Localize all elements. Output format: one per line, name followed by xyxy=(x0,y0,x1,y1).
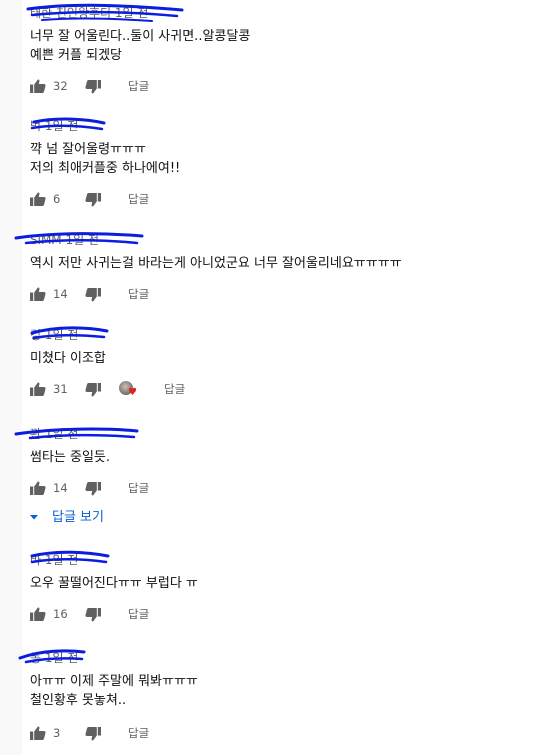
comment-text: 오우 꿀떨어진다ㅠㅠ 부럽다 ㅠ xyxy=(30,574,510,593)
like-count: 16 xyxy=(53,607,68,621)
redaction-scribble xyxy=(30,117,106,131)
thumbs-up-icon[interactable] xyxy=(30,192,46,206)
reply-button[interactable]: 답글 xyxy=(128,78,149,94)
comment-text: 썸타는 중일듯. xyxy=(30,448,510,467)
comment-text: 아ㅠㅠ 이제 주말에 뭐봐ㅠㅠㅠ 철인황후 못놓쳐.. xyxy=(30,672,510,710)
reply-button[interactable]: 답글 xyxy=(128,286,149,302)
comment-actions: 14 답글 xyxy=(30,480,510,496)
comment-author-line: SiMM 1일 전 xyxy=(14,232,510,248)
comment-author-line: 동 1일 전 xyxy=(18,649,510,666)
comment-item: 태한 친인왕후티 1일 전 너무 잘 어울린다..둘이 사귀면..알콩달콩 예쁜… xyxy=(26,3,510,94)
comment-item: SiMM 1일 전 역시 저만 사귀는걸 바라는게 아니었군요 너무 잘어울리네… xyxy=(14,232,510,302)
like-count: 31 xyxy=(53,382,68,396)
comment-author-line: 바 1일 전 xyxy=(30,550,510,568)
reply-button[interactable]: 답글 xyxy=(128,725,149,741)
reply-button[interactable]: 답글 xyxy=(128,191,149,207)
comment-item: 바 1일 전 오우 꿀떨어진다ㅠㅠ 부럽다 ㅠ 16 답글 xyxy=(30,550,510,622)
like-count: 6 xyxy=(53,192,61,206)
heart-icon: ♥ xyxy=(128,387,137,398)
thumbs-down-icon[interactable] xyxy=(85,383,101,397)
comment-author-line: 깅 1일 전 xyxy=(30,326,510,343)
caret-down-icon xyxy=(30,515,38,520)
thumbs-up-icon[interactable] xyxy=(30,607,46,621)
comment-text-line: 썸타는 중일듯. xyxy=(30,450,111,465)
comment-author-line: 꽌 1일 전 xyxy=(14,426,510,442)
comment-item: 꽌 1일 전 썸타는 중일듯. 14 답글 xyxy=(14,426,510,496)
comment-item: 깅 1일 전 미쳤다 이조합 31 ♥ 답글 xyxy=(30,326,510,399)
like-count: 3 xyxy=(53,726,61,740)
comment-author-line: 태한 친인왕후티 1일 전 xyxy=(26,3,510,22)
comment-actions: 14 답글 xyxy=(30,286,510,302)
comment-text-line: 미쳤다 이조합 xyxy=(30,351,106,366)
thumbs-down-icon[interactable] xyxy=(85,482,101,496)
comment-text: 역시 저만 사귀는걸 바라는게 아니었군요 너무 잘어울리네요ㅠㅠㅠㅠ xyxy=(30,254,510,273)
redaction-scribble xyxy=(26,3,184,22)
thumbs-down-icon[interactable] xyxy=(85,193,101,207)
like-count: 14 xyxy=(53,481,68,495)
reply-button[interactable]: 답글 xyxy=(128,480,149,496)
comment-text: 미쳤다 이조합 xyxy=(30,349,510,368)
thumbs-up-icon[interactable] xyxy=(30,79,46,93)
creator-heart-badge: ♥ xyxy=(119,381,139,399)
comment-text-line: 역시 저만 사귀는걸 바라는게 아니었군요 너무 잘어울리네요ㅠㅠㅠㅠ xyxy=(30,256,402,271)
redaction-scribble xyxy=(18,649,86,664)
redaction-scribble xyxy=(14,427,139,440)
thumbs-up-icon[interactable] xyxy=(30,481,46,495)
redaction-scribble xyxy=(30,326,109,340)
thumbs-up-icon[interactable] xyxy=(30,382,46,396)
thumbs-down-icon[interactable] xyxy=(85,288,101,302)
thumbs-down-icon[interactable] xyxy=(85,80,101,94)
comment-item: 동 1일 전 아ㅠㅠ 이제 주말에 뭐봐ㅠㅠㅠ 철인황후 못놓쳐.. 3 답글 xyxy=(18,649,510,741)
comment-actions: 3 답글 xyxy=(30,725,510,741)
comment-actions: 16 답글 xyxy=(30,606,510,622)
comment-actions: 31 ♥ 답글 xyxy=(30,381,510,399)
comment-author-line: 벅 1일 전 xyxy=(30,117,510,134)
thumbs-up-icon[interactable] xyxy=(30,287,46,301)
comment-actions: 6 답글 xyxy=(30,191,510,207)
comment-text-line: 너무 잘 어울린다..둘이 사귀면..알콩달콩 xyxy=(30,29,251,44)
like-count: 14 xyxy=(53,287,68,301)
comment-text: 너무 잘 어울린다..둘이 사귀면..알콩달콩 예쁜 커플 되겠당 xyxy=(30,27,510,65)
redaction-scribble xyxy=(14,232,144,245)
view-replies-label: 답글 보기 xyxy=(52,510,104,525)
redaction-scribble xyxy=(30,550,110,564)
comment-text-line: 철인황후 못놓쳐.. xyxy=(30,693,127,708)
thumbs-down-icon[interactable] xyxy=(85,608,101,622)
comment-actions: 32 답글 xyxy=(30,78,510,94)
comment-text-line: 저의 최애커플중 하나에여!! xyxy=(30,161,181,176)
comment-text: 꺅 넘 잘어울령ㅠㅠㅠ 저의 최애커플중 하나에여!! xyxy=(30,140,510,178)
reply-button[interactable]: 답글 xyxy=(164,381,185,397)
thumbs-up-icon[interactable] xyxy=(30,726,46,740)
like-count: 32 xyxy=(53,79,68,93)
comment-text-line: 꺅 넘 잘어울령ㅠㅠㅠ xyxy=(30,142,146,157)
comment-text-line: 아ㅠㅠ 이제 주말에 뭐봐ㅠㅠㅠ xyxy=(30,674,198,689)
thumbs-down-icon[interactable] xyxy=(85,727,101,741)
comment-item: 벅 1일 전 꺅 넘 잘어울령ㅠㅠㅠ 저의 최애커플중 하나에여!! 6 답글 xyxy=(30,117,510,207)
reply-button[interactable]: 답글 xyxy=(128,606,149,622)
comment-text-line: 예쁜 커플 되겠당 xyxy=(30,48,122,63)
comment-text-line: 오우 꿀떨어진다ㅠㅠ 부럽다 ㅠ xyxy=(30,576,198,591)
